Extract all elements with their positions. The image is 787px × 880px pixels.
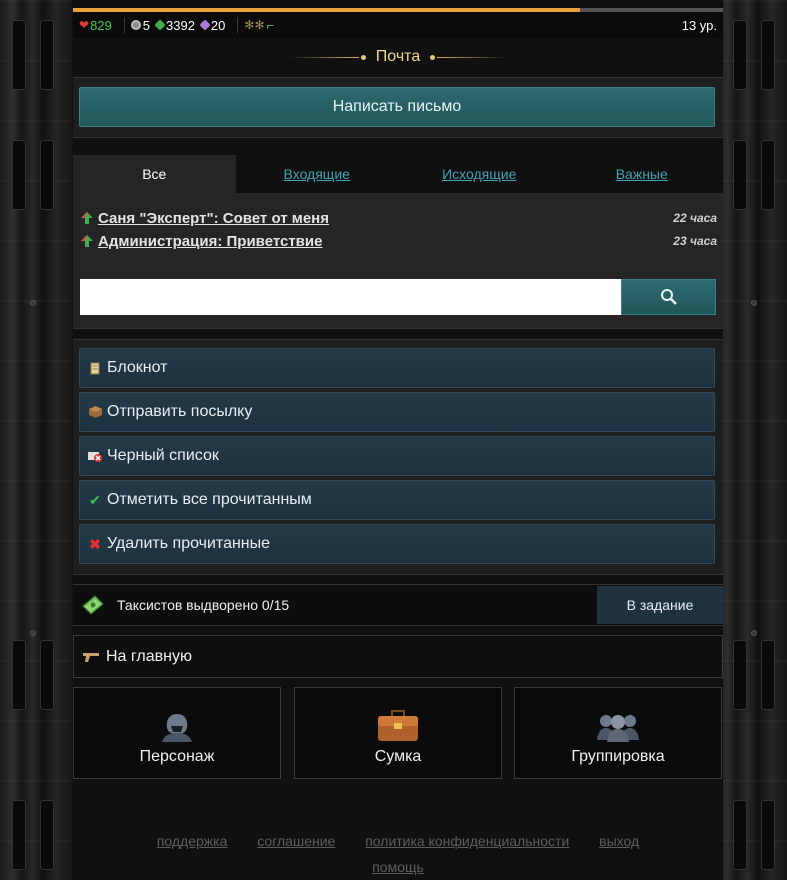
delete-read-button[interactable]: ✖ Удалить прочитанные: [79, 524, 715, 564]
menu-item-label: Черный список: [107, 447, 219, 464]
title-ornament-left: [288, 56, 359, 58]
gems-stat[interactable]: 20: [199, 17, 226, 33]
message-row[interactable]: Администрация: Приветствие 23 часа: [81, 231, 717, 251]
search-icon: [660, 289, 677, 305]
weapon-icon: ⌐: [266, 17, 275, 33]
level-indicator[interactable]: 13 ур.: [682, 18, 717, 33]
buffs[interactable]: ✻✻ ⌐: [244, 18, 274, 33]
gems-value: 20: [210, 17, 226, 33]
ammo-icon: [130, 20, 141, 30]
skills-icon: ✻✻: [244, 18, 265, 32]
quest-row: Таксистов выдворено 0/15 В задание: [73, 584, 723, 626]
pistol-icon: [83, 652, 99, 662]
message-row[interactable]: Саня "Эксперт": Совет от меня 22 часа: [81, 208, 717, 228]
home-link-label: На главную: [106, 647, 192, 665]
support-link[interactable]: поддержка: [157, 833, 228, 849]
blacklist-button[interactable]: Черный список: [79, 436, 715, 476]
money-bundle-icon: [82, 595, 104, 615]
message-time: 22 часа: [673, 211, 717, 225]
ammo-value: 5: [142, 17, 150, 33]
go-to-quest-button[interactable]: В задание: [597, 586, 723, 624]
search-input[interactable]: [80, 279, 621, 315]
divider: [237, 17, 239, 33]
menu-item-label: Удалить прочитанные: [107, 535, 271, 552]
right-pillar-decoration: [715, 0, 787, 880]
heart-icon: ❤: [79, 18, 90, 32]
page-title: Почта: [375, 48, 421, 65]
group-card[interactable]: Группировка: [514, 687, 722, 779]
hp-stat[interactable]: ❤ 829: [79, 18, 112, 33]
title-ornament-dot: [360, 54, 366, 60]
divider: [123, 17, 125, 33]
nav-cards: Персонаж Сумка Группировка: [73, 687, 723, 779]
character-card[interactable]: Персонаж: [73, 687, 281, 779]
tab-inbox[interactable]: Входящие: [235, 155, 398, 193]
character-icon: [162, 714, 192, 742]
incoming-arrow-icon: [81, 235, 93, 247]
message-subject[interactable]: Саня "Эксперт": Совет от меня: [98, 210, 329, 227]
incoming-arrow-icon: [81, 212, 93, 224]
menu-item-label: Блокнот: [107, 359, 168, 376]
message-list: Саня "Эксперт": Совет от меня 22 часа Ад…: [73, 193, 723, 329]
mail-tabs: Все Входящие Исходящие Важные: [73, 155, 723, 193]
blacklist-icon: [88, 449, 102, 463]
logout-link[interactable]: выход: [599, 833, 639, 849]
mark-all-read-button[interactable]: ✔ Отметить все прочитанным: [79, 480, 715, 520]
main-panel: ❤ 829 5 3392 20 ✻✻ ⌐ 13 ур. Почта Написа…: [73, 0, 723, 880]
menu-item-label: Отправить посылку: [107, 403, 253, 420]
group-icon: [597, 715, 639, 742]
delete-icon: ✖: [89, 535, 101, 552]
message-subject[interactable]: Администрация: Приветствие: [98, 233, 322, 250]
hp-value: 829: [90, 17, 112, 33]
left-pillar-decoration: [0, 0, 72, 880]
notepad-button[interactable]: Блокнот: [79, 348, 715, 388]
ammo-stat[interactable]: 5: [130, 17, 150, 33]
card-label: Персонаж: [139, 748, 215, 765]
mail-actions-menu: Блокнот Отправить посылку Черный список …: [73, 339, 723, 575]
checkmark-icon: ✔: [89, 491, 101, 508]
agreement-link[interactable]: соглашение: [257, 833, 335, 849]
search-button[interactable]: [621, 279, 716, 315]
write-letter-button[interactable]: Написать письмо: [79, 87, 715, 127]
help-link[interactable]: помощь: [372, 859, 424, 875]
page-title-row: Почта: [73, 42, 723, 72]
search-bar: [80, 279, 716, 315]
tab-all[interactable]: Все: [73, 155, 236, 193]
write-letter-section: Написать письмо: [73, 77, 723, 138]
title-ornament-right: [437, 56, 508, 58]
status-bar: ❤ 829 5 3392 20 ✻✻ ⌐ 13 ур.: [73, 12, 723, 38]
card-label: Группировка: [571, 748, 665, 765]
bag-card[interactable]: Сумка: [294, 687, 502, 779]
parcel-icon: [88, 405, 102, 419]
quest-progress-text: Таксистов выдворено 0/15: [117, 597, 290, 613]
tab-outbox[interactable]: Исходящие: [398, 155, 561, 193]
menu-item-label: Отметить все прочитанным: [107, 491, 312, 508]
gem-icon: [199, 19, 211, 31]
money-icon: [154, 19, 166, 31]
footer-links: поддержка соглашение политика конфиденци…: [73, 828, 723, 880]
bag-icon: [378, 710, 418, 741]
privacy-policy-link[interactable]: политика конфиденциальности: [365, 833, 569, 849]
home-link[interactable]: На главную: [73, 635, 723, 678]
send-parcel-button[interactable]: Отправить посылку: [79, 392, 715, 432]
money-stat[interactable]: 3392: [154, 17, 195, 33]
card-label: Сумка: [374, 748, 422, 765]
money-value: 3392: [166, 17, 195, 33]
notepad-icon: [88, 361, 102, 375]
title-ornament-dot: [430, 54, 436, 60]
tab-important[interactable]: Важные: [560, 155, 723, 193]
message-time: 23 часа: [673, 234, 717, 248]
